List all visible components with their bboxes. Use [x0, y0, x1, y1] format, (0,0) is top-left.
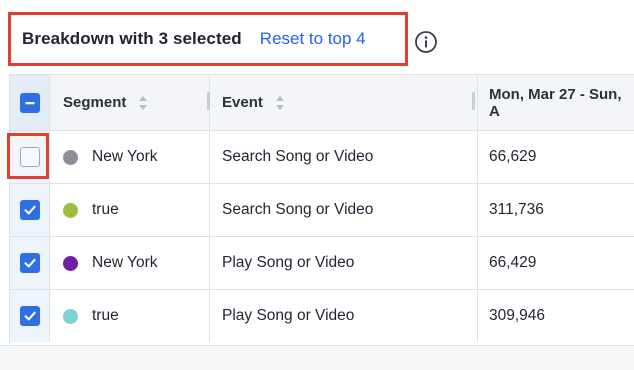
segment-cell: New York: [50, 131, 210, 183]
minus-icon: [25, 101, 34, 104]
row-checkbox[interactable]: [19, 200, 40, 220]
column-resize-handle[interactable]: [207, 92, 210, 110]
event-column-header[interactable]: Event: [210, 75, 478, 130]
series-color-dot: [63, 202, 78, 218]
event-value: Play Song or Video: [222, 254, 355, 271]
segment-value: New York: [92, 254, 158, 271]
event-cell: Search Song or Video: [210, 131, 478, 183]
select-all-checkbox[interactable]: [19, 92, 40, 113]
segment-header-label: Segment: [63, 94, 127, 111]
info-icon[interactable]: [414, 30, 438, 54]
series-color-dot: [63, 255, 78, 271]
row-select-cell: [7, 131, 50, 183]
series-color-dot: [63, 308, 78, 324]
breakdown-summary: Breakdown with 3 selected Reset to top 4: [8, 12, 408, 66]
table-header-row: Segment Event Mon, Mar 27 - Sun, A: [10, 74, 634, 130]
segment-value: New York: [92, 148, 158, 165]
highlight-box: [7, 133, 49, 179]
row-select-cell: [10, 184, 50, 236]
segment-value: true: [92, 201, 119, 218]
event-cell: Play Song or Video: [210, 237, 478, 289]
sort-icon[interactable]: [275, 95, 285, 111]
checkmark-icon: [23, 311, 36, 321]
breakdown-table: Segment Event Mon, Mar 27 - Sun, A New Y…: [7, 74, 634, 345]
column-resize-handle[interactable]: [472, 92, 475, 110]
series-color-dot: [63, 149, 78, 165]
row-select-cell: [10, 237, 50, 289]
event-value: Play Song or Video: [222, 307, 355, 324]
row-checkbox[interactable]: [19, 253, 40, 273]
segment-cell: New York: [50, 237, 210, 289]
date-range-header-label: Mon, Mar 27 - Sun, A: [489, 85, 622, 120]
event-value: Search Song or Video: [222, 201, 374, 218]
table-row[interactable]: New York Search Song or Video 66,629: [7, 130, 634, 183]
event-cell: Search Song or Video: [210, 184, 478, 236]
select-all-cell: [10, 75, 50, 130]
metric-value: 66,429: [489, 254, 537, 271]
breakdown-title: Breakdown with 3 selected: [22, 29, 242, 48]
row-checkbox[interactable]: [19, 306, 40, 326]
date-range-column-header[interactable]: Mon, Mar 27 - Sun, A: [478, 75, 634, 130]
event-value: Search Song or Video: [222, 148, 374, 165]
row-select-cell: [10, 290, 50, 342]
metric-cell: 66,629: [478, 131, 634, 183]
metric-value: 311,736: [489, 201, 544, 218]
reset-to-top-link[interactable]: Reset to top 4: [260, 29, 366, 49]
segment-cell: true: [50, 184, 210, 236]
segment-value: true: [92, 307, 119, 324]
checkmark-icon: [23, 258, 36, 268]
metric-cell: 311,736: [478, 184, 634, 236]
metric-value: 66,629: [489, 148, 537, 165]
metric-cell: 309,946: [478, 290, 634, 342]
metric-value: 309,946: [489, 307, 546, 324]
table-row[interactable]: New York Play Song or Video 66,429: [10, 236, 634, 289]
table-row[interactable]: true Search Song or Video 311,736: [10, 183, 634, 236]
breakdown-panel: Breakdown with 3 selected Reset to top 4…: [0, 0, 634, 346]
checkmark-icon: [23, 205, 36, 215]
metric-cell: 66,429: [478, 237, 634, 289]
sort-icon[interactable]: [138, 95, 148, 111]
table-row[interactable]: true Play Song or Video 309,946: [10, 289, 634, 342]
segment-column-header[interactable]: Segment: [50, 75, 210, 130]
event-header-label: Event: [222, 94, 263, 111]
event-cell: Play Song or Video: [210, 290, 478, 342]
breakdown-toolbar: Breakdown with 3 selected Reset to top 4: [0, 0, 634, 74]
segment-cell: true: [50, 290, 210, 342]
